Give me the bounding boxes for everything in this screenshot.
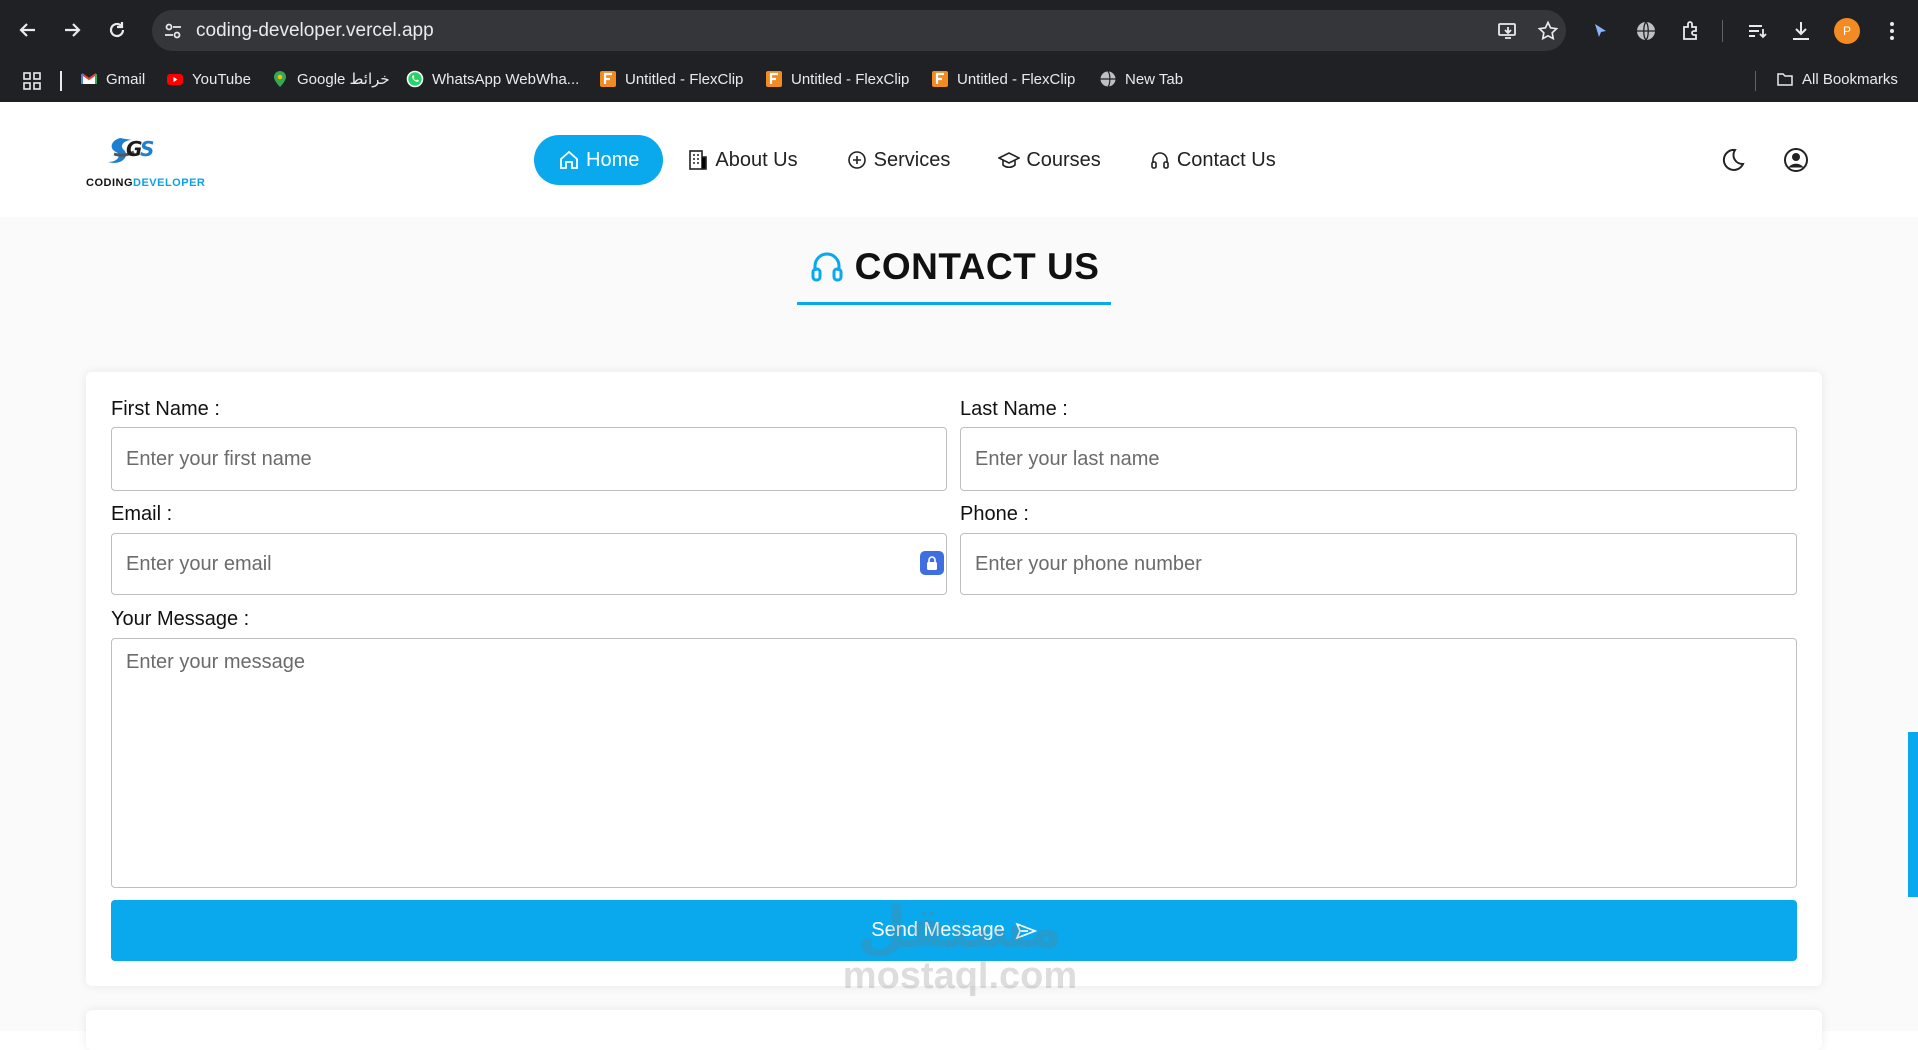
plus-circle-icon (847, 151, 866, 169)
extensions-icon[interactable] (1679, 19, 1703, 43)
bookmark-google-maps[interactable]: Google خرائط (271, 70, 390, 88)
scroll-indicator[interactable] (1908, 732, 1918, 897)
phone-label: Phone : (960, 503, 1029, 525)
first-name-label: First Name : (111, 398, 220, 420)
bookmark-label: Gmail (106, 70, 146, 88)
site-header: G S CODINGDEVELOPER Home About Us Servic… (0, 102, 1918, 217)
apps-grid-icon[interactable] (22, 71, 42, 91)
phone-input[interactable] (960, 533, 1797, 595)
arrow-left-icon (19, 23, 35, 37)
logo-mark-icon: G S (108, 137, 154, 163)
page-title-text: CONTACT US (854, 246, 1100, 287)
flexclip-icon (932, 71, 948, 87)
bookmarks-bar: Gmail YouTube Google خرائط WhatsApp WebW… (0, 61, 1918, 102)
send-arrow-icon (1015, 922, 1037, 939)
browser-chrome: coding-developer.vercel.app P Gmail YouT… (0, 0, 1918, 102)
whatsapp-icon (406, 70, 424, 88)
title-section: CONTACT US (0, 246, 1908, 305)
svg-text:S: S (140, 137, 154, 161)
user-account-icon[interactable] (1782, 146, 1810, 174)
dark-mode-moon-icon[interactable] (1718, 146, 1746, 174)
bookmark-label: WhatsApp WebWha... (432, 70, 580, 88)
graduation-cap-icon (998, 152, 1021, 169)
folder-icon (1777, 73, 1793, 86)
nav-courses-label: Courses (1026, 148, 1101, 171)
bookmark-label: Google خرائط (297, 71, 390, 88)
address-bar[interactable]: coding-developer.vercel.app (152, 10, 1566, 51)
contact-form-card: First Name : Last Name : Email : Phone :… (86, 372, 1822, 986)
youtube-icon (167, 74, 183, 85)
home-icon (560, 150, 578, 169)
message-label: Your Message : (111, 608, 250, 630)
first-name-input[interactable] (111, 427, 947, 491)
forward-button[interactable] (58, 16, 86, 44)
bookmarks-divider (1755, 71, 1756, 91)
flexclip-icon (600, 71, 616, 87)
bookmark-whatsapp[interactable]: WhatsApp WebWha... (406, 70, 579, 88)
bookmark-new-tab[interactable]: New Tab (1099, 70, 1183, 88)
building-icon (689, 150, 708, 170)
nav-home-label: Home (586, 148, 640, 171)
email-label: Email : (111, 503, 173, 525)
profile-avatar[interactable]: P (1834, 18, 1860, 44)
email-input[interactable] (111, 533, 947, 595)
page-title: CONTACT US (796, 246, 1112, 305)
site-logo[interactable]: G S CODINGDEVELOPER (86, 128, 205, 194)
browser-toolbar: coding-developer.vercel.app P (0, 0, 1918, 61)
bookmarks-divider (60, 71, 62, 91)
downloads-icon[interactable] (1789, 19, 1813, 43)
bookmark-label: Untitled - FlexClip (625, 70, 744, 88)
bookmark-label: New Tab (1125, 70, 1184, 88)
send-message-label: Send Message (871, 919, 1005, 941)
reload-icon (109, 22, 125, 38)
bookmark-gmail[interactable]: Gmail (80, 70, 145, 88)
headset-icon (1151, 152, 1169, 169)
more-menu-icon[interactable] (1880, 19, 1904, 43)
bookmark-flexclip-2[interactable]: Untitled - FlexClip (765, 70, 909, 88)
next-section-card (86, 1010, 1822, 1050)
globe-extension-icon[interactable] (1634, 19, 1658, 43)
logo-text-coding: CODING (86, 177, 133, 189)
headset-icon (811, 252, 843, 282)
url-text[interactable]: coding-developer.vercel.app (196, 20, 434, 42)
gmail-icon (81, 73, 97, 84)
nav-services[interactable]: Services (822, 135, 975, 185)
toolbar-divider (1722, 20, 1723, 42)
all-bookmarks-label: All Bookmarks (1802, 70, 1898, 88)
google-maps-icon (274, 71, 286, 87)
arrow-right-icon (65, 23, 81, 37)
nav-services-label: Services (873, 148, 951, 171)
site-settings-icon[interactable] (162, 20, 184, 42)
last-name-label: Last Name : (960, 398, 1068, 420)
bookmark-star-icon[interactable] (1537, 20, 1559, 42)
bookmark-label: Untitled - FlexClip (957, 70, 1076, 88)
lock-icon (927, 556, 937, 570)
flexclip-icon (766, 71, 782, 87)
logo-text: CODINGDEVELOPER (86, 177, 205, 189)
last-name-input[interactable] (960, 427, 1797, 491)
nav-about-label: About Us (715, 148, 798, 171)
back-button[interactable] (14, 16, 42, 44)
logo-text-developer: DEVELOPER (133, 177, 206, 189)
send-message-button[interactable]: Send Message (111, 900, 1797, 961)
nav-home[interactable]: Home (534, 135, 664, 185)
install-app-icon[interactable] (1497, 20, 1519, 42)
main-nav: Home About Us Services Courses Contact U… (534, 135, 1300, 185)
nav-courses[interactable]: Courses (974, 135, 1124, 185)
reload-button[interactable] (103, 16, 131, 44)
bookmark-flexclip-3[interactable]: Untitled - FlexClip (931, 70, 1075, 88)
nav-contact-label: Contact Us (1176, 148, 1276, 171)
message-textarea[interactable] (111, 638, 1797, 888)
bookmark-flexclip-1[interactable]: Untitled - FlexClip (599, 70, 743, 88)
all-bookmarks-button[interactable]: All Bookmarks (1776, 70, 1898, 88)
bookmark-label: YouTube (192, 70, 251, 88)
password-manager-icon[interactable] (920, 551, 944, 575)
globe-icon (1100, 71, 1116, 87)
bookmark-label: Untitled - FlexClip (791, 70, 910, 88)
reading-list-icon[interactable] (1745, 19, 1769, 43)
nav-contact-us[interactable]: Contact Us (1125, 135, 1300, 185)
nav-about-us[interactable]: About Us (663, 135, 821, 185)
bookmark-youtube[interactable]: YouTube (166, 70, 251, 88)
cursor-extension-icon[interactable] (1588, 19, 1612, 43)
